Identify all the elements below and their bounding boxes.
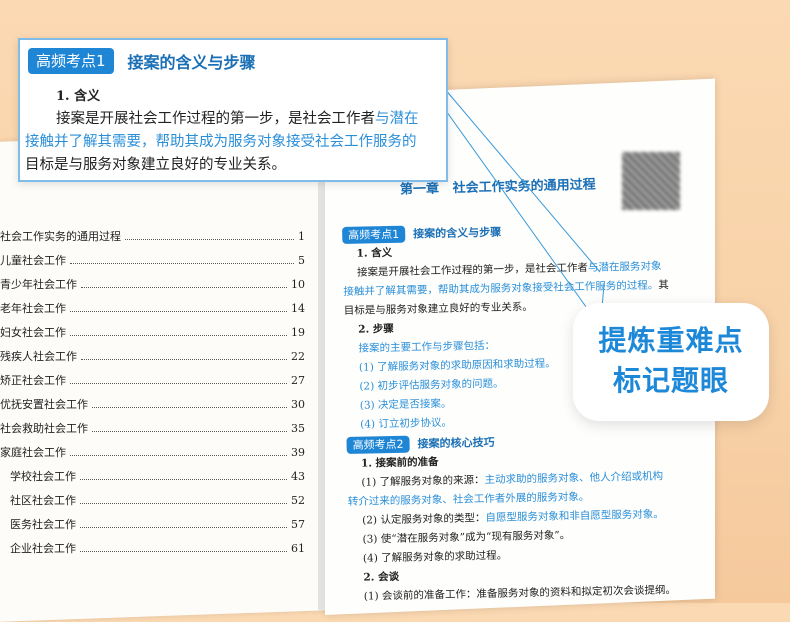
feature-label: 提炼重难点 标记题眼 xyxy=(573,303,769,421)
callout-badge: 高频考点1 xyxy=(28,48,114,74)
callout-paragraph: 接案是开展社会工作过程的第一步，是社会工作者与潜在 接触并了解其需要，帮助其成为… xyxy=(20,108,444,177)
callout-subheading: 1. 含义 xyxy=(56,89,101,104)
callout-line: 接触并了解其需要，帮助其成为服务对象接受社会工作服务的 xyxy=(25,134,417,150)
zoom-callout: 高频考点1 接案的含义与步骤 1. 含义 接案是开展社会工作过程的第一步，是社会… xyxy=(18,38,448,182)
callout-line: 接案是开展社会工作过程的第一步，是社会工作者与潜在 xyxy=(56,111,419,127)
callout-line: 目标是与服务对象建立良好的专业关系。 xyxy=(25,157,286,173)
callout-title: 接案的含义与步骤 xyxy=(127,53,256,72)
feature-label-text: 提炼重难点 标记题眼 xyxy=(598,324,744,397)
callout-heading: 高频考点1 接案的含义与步骤 xyxy=(28,48,256,74)
